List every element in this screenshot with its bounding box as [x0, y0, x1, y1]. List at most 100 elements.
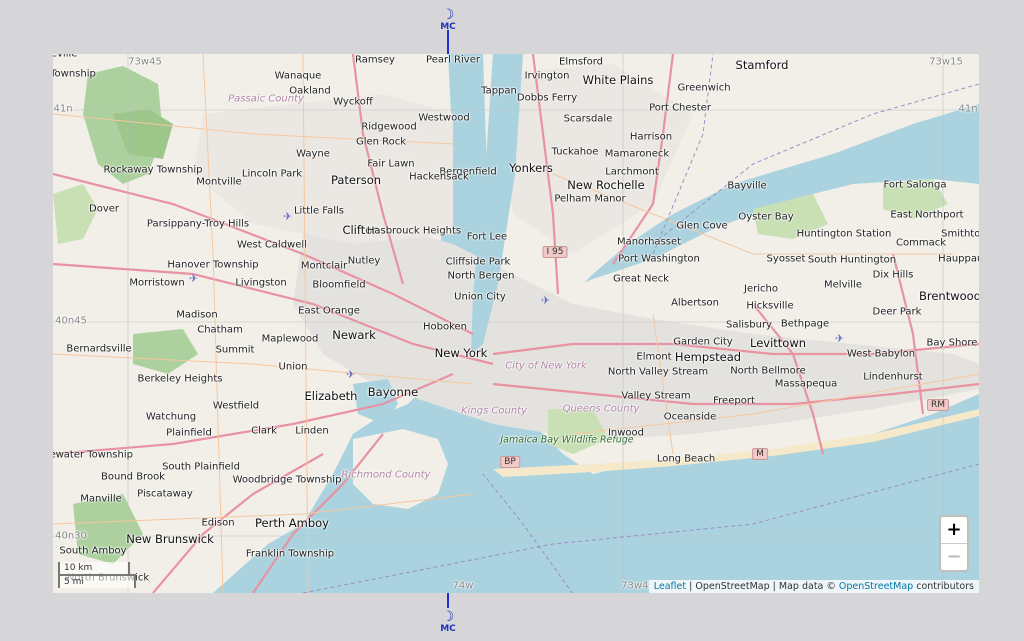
- graticule-label: 41n: [958, 103, 978, 115]
- place-label: Westwood: [418, 112, 470, 124]
- place-label: Plainfield: [166, 427, 212, 439]
- place-label: Montclair: [300, 260, 348, 272]
- place-label: Ramsey: [355, 54, 395, 66]
- place-label: Salisbury: [726, 319, 772, 331]
- graticule-label: 73w45: [128, 56, 162, 68]
- mc-label: MC: [440, 22, 456, 32]
- mc-label: MC: [440, 624, 456, 634]
- scale-bar: 10 km 5 mi: [58, 562, 136, 588]
- place-label: Elmont: [636, 351, 672, 363]
- place-label: New Rochelle: [567, 178, 645, 192]
- place-label: Glen Rock: [355, 136, 407, 148]
- place-label: North Bergen: [447, 270, 515, 282]
- place-label: Queens County: [562, 403, 640, 415]
- place-label: Greenwich: [677, 82, 731, 94]
- place-label: Lindenhurst: [863, 371, 923, 383]
- graticule-label: 40n45: [55, 315, 87, 327]
- place-label: Dover: [89, 203, 119, 215]
- road-shield: RM: [926, 399, 950, 411]
- place-label: Garden City: [673, 336, 733, 348]
- place-label: Stamford: [735, 58, 789, 72]
- place-label: Hoboken: [422, 321, 468, 333]
- place-label: Madison: [176, 309, 218, 321]
- place-label: Tappan: [481, 85, 517, 97]
- place-label: New Brunswick: [126, 532, 214, 546]
- place-label: Manville: [80, 493, 122, 505]
- place-label: West Caldwell: [237, 239, 307, 251]
- place-label: Paterson: [330, 173, 382, 187]
- place-label: Valley Stream: [621, 390, 691, 402]
- map-canvas[interactable]: ✈ ✈ ✈ ✈ ✈ Township Wanaque Ramsey Pearl Riv…: [53, 54, 979, 593]
- mc-marker-bottom[interactable]: ☽ MC: [440, 610, 456, 635]
- place-label: Linden: [295, 425, 329, 437]
- place-label: Perth Amboy: [255, 516, 329, 530]
- place-label: Hicksville: [746, 300, 794, 312]
- road-shield: M: [752, 448, 768, 460]
- place-label: New York: [434, 346, 488, 360]
- attrib-suffix: contributors: [913, 581, 974, 592]
- place-label: Deer Park: [872, 306, 922, 318]
- attrib-osm: OpenStreetMap: [695, 581, 770, 592]
- place-label: East Northport: [890, 209, 964, 221]
- place-label: Fort Lee: [466, 231, 508, 243]
- graticule-label: 74w: [452, 580, 474, 592]
- place-label: Richmond County: [341, 469, 431, 481]
- place-label: Irvington: [524, 70, 570, 82]
- scale-mi: 5 mi: [58, 574, 136, 588]
- attrib-sep2: | Map data ©: [769, 581, 839, 592]
- road-shield: I 95: [542, 246, 568, 258]
- place-label: Bethpage: [780, 318, 830, 330]
- place-label: Nutley: [347, 255, 381, 267]
- place-label: Mamaroneck: [604, 148, 670, 160]
- place-label: Morristown: [129, 277, 185, 289]
- graticule-label: 40n30: [55, 530, 87, 542]
- graticule-label: 73w15: [929, 56, 963, 68]
- place-label: Oceanside: [663, 411, 717, 423]
- osm-link[interactable]: OpenStreetMap: [839, 581, 913, 592]
- zoom-out-button[interactable]: −: [941, 543, 967, 570]
- place-label: Hackensack: [409, 171, 469, 183]
- place-label: Fort Salonga: [883, 179, 947, 191]
- place-label: East Orange: [298, 305, 360, 317]
- place-label: Manorhasset: [616, 236, 682, 248]
- place-label: Watchung: [145, 411, 197, 423]
- graticule-label: 41n: [53, 103, 73, 115]
- place-label: North Bellmore: [730, 365, 806, 377]
- place-label: White Plains: [582, 73, 654, 87]
- place-label: Port Washington: [618, 253, 700, 265]
- map-tiles: ✈ ✈ ✈ ✈ ✈: [53, 54, 979, 593]
- place-label: Commack: [896, 237, 946, 249]
- place-label: Fair Lawn: [367, 158, 415, 170]
- place-label: Cliffside Park: [445, 256, 511, 268]
- place-label: Bayville: [727, 180, 767, 192]
- place-label: Edison: [201, 517, 235, 529]
- mc-marker-top[interactable]: ☽ MC: [440, 8, 456, 33]
- place-label: Elmsford: [559, 56, 603, 68]
- place-label: Piscataway: [137, 488, 193, 500]
- svg-text:✈: ✈: [283, 210, 292, 223]
- place-label: Kings County: [460, 405, 528, 417]
- place-label: Montville: [196, 176, 242, 188]
- place-label: Tuckahoe: [551, 146, 599, 158]
- place-label: Dobbs Ferry: [516, 92, 578, 104]
- place-label: Melville: [824, 279, 862, 291]
- place-label: West Babylon: [846, 348, 916, 360]
- place-label: Bloomfield: [312, 279, 366, 291]
- place-label: Union City: [454, 291, 506, 303]
- place-label: South Huntington: [807, 254, 897, 266]
- place-label: Township: [53, 68, 96, 80]
- place-label: Syosset: [766, 253, 806, 265]
- place-label: Hempstead: [674, 350, 742, 364]
- place-label: Bayonne: [367, 385, 419, 399]
- place-label: Sayreville: [53, 54, 78, 60]
- leaflet-link[interactable]: Leaflet: [654, 581, 686, 592]
- place-label: Pearl River: [426, 54, 480, 66]
- place-label: Woodbridge Township: [232, 474, 342, 486]
- place-label: Levittown: [749, 336, 807, 350]
- place-label: Hasbrouck Heights: [366, 225, 462, 237]
- place-label: Freeport: [713, 395, 755, 407]
- zoom-in-button[interactable]: +: [941, 517, 967, 543]
- place-label: Chatham: [197, 324, 243, 336]
- place-label: Livingston: [235, 277, 287, 289]
- place-label: Great Neck: [613, 273, 669, 285]
